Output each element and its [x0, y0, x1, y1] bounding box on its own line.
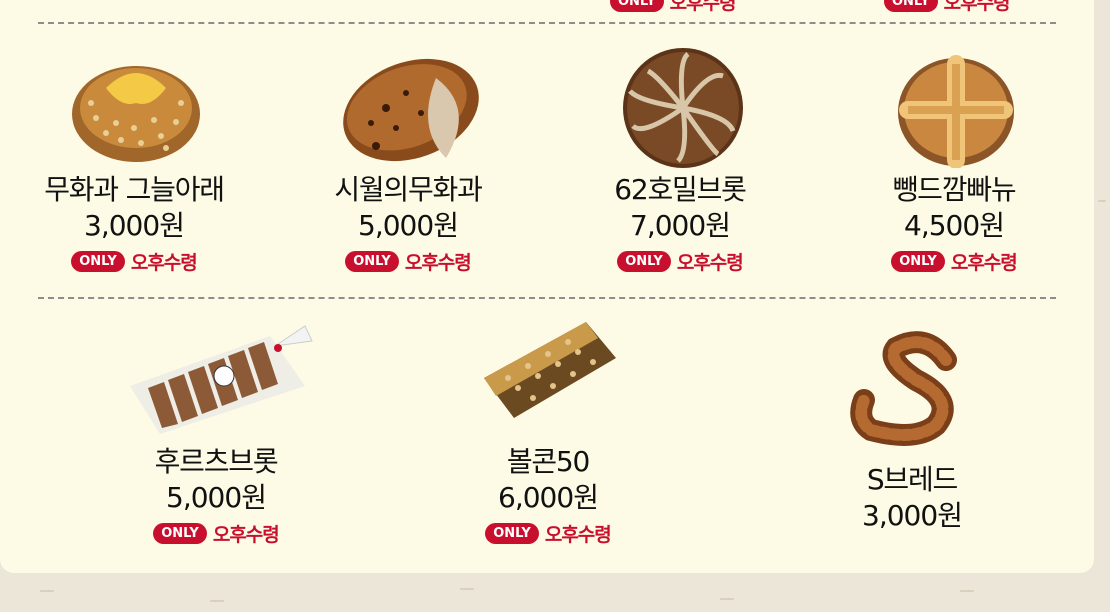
only-badge: ONLY — [610, 0, 664, 12]
product-name: S브레드 — [866, 463, 958, 496]
divider-middle — [38, 297, 1056, 299]
background-texture — [960, 590, 974, 592]
product-card[interactable]: 62호밀브롯 7,000원 ONLY 오후수령 — [550, 172, 810, 274]
only-badge: ONLY — [345, 250, 399, 272]
background-texture — [460, 588, 474, 590]
product-price: 3,000원 — [862, 499, 963, 532]
background-texture — [210, 600, 224, 602]
pickup-row: ONLY 오후수령 — [4, 248, 264, 274]
product-name: 시월의무화과 — [334, 173, 483, 206]
product-price: 5,000원 — [166, 481, 267, 514]
fruits-brot-image[interactable] — [120, 316, 316, 440]
fig-bread-image[interactable] — [66, 48, 206, 168]
pickup-row: ONLY 오후수령 — [550, 248, 810, 274]
pickup-label: 오후수령 — [404, 251, 472, 274]
product-price: 4,500원 — [904, 209, 1005, 242]
product-card[interactable]: 볼콘50 6,000원 ONLY 오후수령 — [418, 444, 678, 546]
product-name: 62호밀브롯 — [614, 173, 747, 206]
product-card[interactable]: 시월의무화과 5,000원 ONLY 오후수령 — [278, 172, 538, 274]
top-only-row-3: ONLY 오후수령 — [610, 0, 737, 15]
product-price: 3,000원 — [84, 209, 185, 242]
product-card[interactable]: 뺑드깜빠뉴 4,500원 ONLY 오후수령 — [824, 172, 1084, 274]
s-bread-image[interactable] — [846, 330, 982, 446]
product-name: 뺑드깜빠뉴 — [892, 173, 1017, 206]
background-texture — [1098, 200, 1106, 202]
rye-brot-image[interactable] — [618, 46, 748, 170]
october-fig-image[interactable] — [336, 48, 486, 168]
background-texture — [40, 590, 54, 592]
product-card[interactable]: S브레드 3,000원 — [782, 462, 1042, 534]
divider-top — [38, 22, 1056, 24]
pain-de-campagne-image[interactable] — [894, 52, 1018, 168]
only-badge: ONLY — [485, 522, 539, 544]
product-name: 무화과 그늘아래 — [44, 173, 225, 206]
only-badge: ONLY — [153, 522, 207, 544]
pickup-label: 오후수령 — [950, 251, 1018, 274]
only-badge: ONLY — [617, 250, 671, 272]
product-card[interactable]: 무화과 그늘아래 3,000원 ONLY 오후수령 — [4, 172, 264, 274]
pickup-row: ONLY 오후수령 — [278, 248, 538, 274]
product-price: 6,000원 — [498, 481, 599, 514]
pickup-row: ONLY 오후수령 — [86, 520, 346, 546]
product-price: 5,000원 — [358, 209, 459, 242]
only-badge: ONLY — [71, 250, 125, 272]
background-texture — [720, 598, 734, 600]
product-price: 7,000원 — [630, 209, 731, 242]
pickup-label: 오후수령 — [669, 0, 737, 14]
product-name: 볼콘50 — [506, 445, 591, 478]
pickup-row: ONLY 오후수령 — [418, 520, 678, 546]
pickup-label: 오후수령 — [130, 251, 198, 274]
only-badge: ONLY — [884, 0, 938, 12]
pickup-label: 오후수령 — [676, 251, 744, 274]
only-badge: ONLY — [891, 250, 945, 272]
product-panel: ONLY 오후수령 ONLY 오후수령 무화과 그늘아래 3,000원 ONLY… — [0, 0, 1094, 573]
pickup-label: 오후수령 — [943, 0, 1011, 14]
product-card[interactable]: 후르츠브롯 5,000원 ONLY 오후수령 — [86, 444, 346, 546]
pickup-label: 오후수령 — [544, 523, 612, 546]
pickup-row: ONLY 오후수령 — [824, 248, 1084, 274]
product-name: 후르츠브롯 — [154, 445, 279, 478]
pickup-label: 오후수령 — [212, 523, 280, 546]
bolkorn-image[interactable] — [478, 318, 620, 434]
top-only-row-4: ONLY 오후수령 — [884, 0, 1011, 15]
